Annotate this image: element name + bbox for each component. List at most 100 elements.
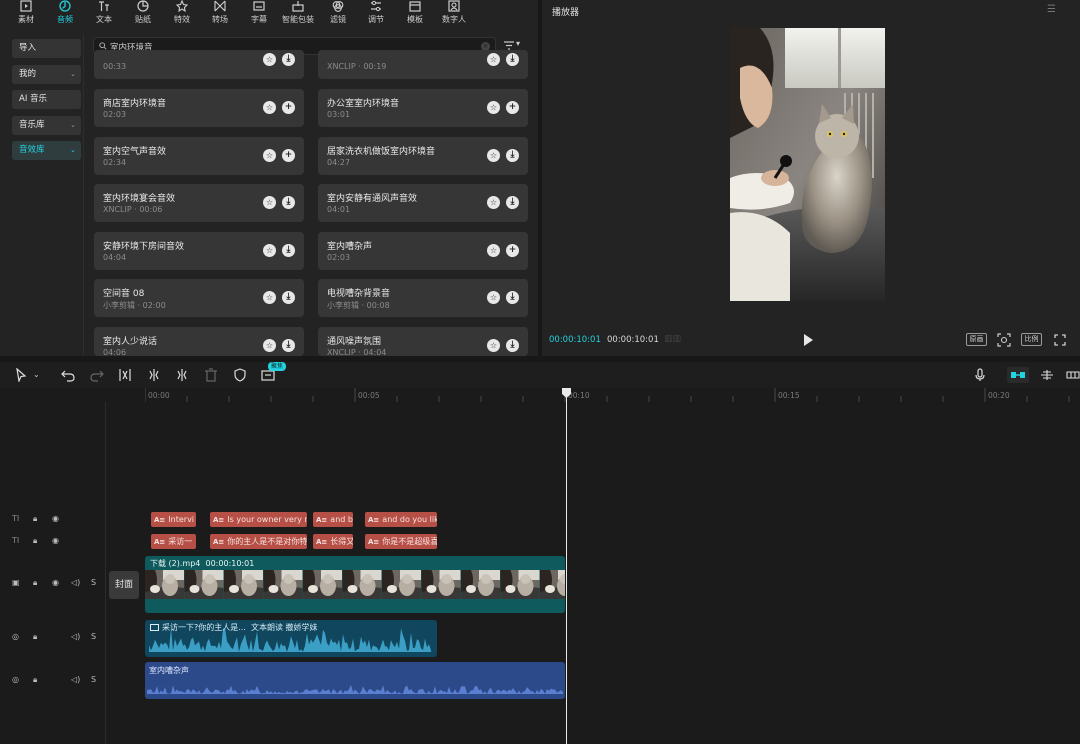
download-icon[interactable]: ⤓: [282, 291, 295, 304]
download-icon[interactable]: ⤓: [506, 196, 519, 209]
lock-icon[interactable]: 🔒︎: [33, 514, 37, 524]
playhead[interactable]: [566, 395, 567, 744]
sound-card[interactable]: 室内环境宴会音效 XNCLIP · 00:06 ☆ ⤓: [94, 184, 304, 222]
sound-card[interactable]: 室内安静有通风声音效 04:01 ☆ ⤓: [318, 184, 528, 222]
lock-icon[interactable]: 🔒︎: [33, 536, 37, 546]
sound-card[interactable]: 安静环境下房间音效 04:04 ☆ ⤓: [94, 232, 304, 270]
cursor-chevron-icon[interactable]: ⌄: [33, 370, 40, 379]
download-icon[interactable]: ⤓: [506, 149, 519, 162]
sound-card[interactable]: 商店室内环境音 02:03 ☆ +: [94, 89, 304, 127]
split-right-icon[interactable]: [175, 368, 189, 382]
solo-label[interactable]: S: [91, 578, 96, 587]
original-quality-button[interactable]: 原画: [966, 333, 987, 346]
download-icon[interactable]: ⤓: [282, 196, 295, 209]
nav-item-0[interactable]: 导入: [12, 39, 81, 58]
text-clip[interactable]: A≡ and do you lik: [365, 512, 437, 527]
download-icon[interactable]: ⤓: [282, 53, 295, 66]
nav-item-3[interactable]: 音乐库 ⌄: [12, 116, 81, 135]
download-icon[interactable]: ⤓: [506, 291, 519, 304]
cover-button[interactable]: 封面: [109, 571, 139, 599]
sound-card-partial[interactable]: 00:33 ☆ ⤓: [94, 50, 304, 79]
playhead-handle[interactable]: [562, 388, 571, 398]
favorite-star-icon[interactable]: ☆: [487, 196, 500, 209]
redo-icon[interactable]: [90, 368, 104, 382]
aspect-ratio-button[interactable]: 比例: [1021, 333, 1042, 346]
text-clip[interactable]: A≡ and b: [313, 512, 353, 527]
download-icon[interactable]: ⤓: [506, 53, 519, 66]
fullscreen-icon[interactable]: [1054, 334, 1066, 346]
ambient-audio-clip[interactable]: [145, 662, 565, 699]
toolbar-media[interactable]: 素材: [6, 0, 46, 26]
eye-icon[interactable]: ◉: [52, 514, 59, 523]
favorite-star-icon[interactable]: ☆: [263, 244, 276, 257]
download-icon[interactable]: ⤓: [506, 339, 519, 352]
lock-icon[interactable]: 🔒︎: [33, 632, 37, 642]
speaker-icon[interactable]: ◁): [71, 632, 80, 641]
fit-screen-icon[interactable]: [997, 333, 1011, 347]
favorite-star-icon[interactable]: ☆: [263, 291, 276, 304]
microphone-icon[interactable]: [973, 368, 987, 382]
toolbar-digital-human[interactable]: 数字人: [434, 0, 474, 26]
toolbar-text[interactable]: 文本: [84, 0, 124, 26]
delete-icon[interactable]: [204, 368, 218, 382]
favorite-star-icon[interactable]: ☆: [263, 53, 276, 66]
toolbar-caption[interactable]: 字幕: [239, 0, 279, 26]
toolbar-smart-package[interactable]: 智能包装: [278, 0, 318, 26]
play-button[interactable]: [803, 334, 813, 346]
sound-card-partial[interactable]: XNCLIP · 00:19 ☆ ⤓: [318, 50, 528, 79]
toolbar-filter[interactable]: 滤镜: [318, 0, 358, 26]
favorite-star-icon[interactable]: ☆: [487, 53, 500, 66]
split-left-icon[interactable]: [147, 368, 161, 382]
sound-card[interactable]: 室内人少说话 04:06 ☆ ⤓: [94, 327, 304, 357]
text-clip[interactable]: A≡ 你是不是超级喜: [365, 534, 437, 549]
add-icon[interactable]: +: [506, 244, 519, 257]
solo-label[interactable]: S: [91, 632, 96, 641]
shield-icon[interactable]: [233, 368, 247, 382]
lock-icon[interactable]: 🔒︎: [33, 578, 37, 588]
menu-icon[interactable]: ☰: [1047, 4, 1056, 15]
text-clip[interactable]: A≡ Is your owner very ni: [210, 512, 307, 527]
split-icon[interactable]: [118, 368, 132, 382]
sound-card[interactable]: 室内空气声音效 02:34 ☆ +: [94, 137, 304, 175]
sound-card[interactable]: 室内嘈杂声 02:03 ☆ +: [318, 232, 528, 270]
eye-icon[interactable]: ◉: [52, 536, 59, 545]
lock-icon[interactable]: 🔒︎: [33, 675, 37, 685]
favorite-star-icon[interactable]: ☆: [263, 101, 276, 114]
add-icon[interactable]: +: [282, 101, 295, 114]
text-clip[interactable]: A≡ 采访一: [151, 534, 196, 549]
select-cursor-icon[interactable]: [14, 368, 28, 382]
favorite-star-icon[interactable]: ☆: [487, 291, 500, 304]
sound-card[interactable]: 电视嘈杂背景音 小李剪辑 · 00:08 ☆ ⤓: [318, 279, 528, 317]
toolbar-adjust[interactable]: 调节: [356, 0, 396, 26]
toolbar-template[interactable]: 模板: [395, 0, 435, 26]
sound-card[interactable]: 办公室室内环境音 03:01 ☆ +: [318, 89, 528, 127]
solo-label[interactable]: S: [91, 675, 96, 684]
favorite-star-icon[interactable]: ☆: [487, 339, 500, 352]
nav-item-2[interactable]: AI 音乐: [12, 90, 81, 109]
text-clip[interactable]: A≡ Intervi: [151, 512, 196, 527]
toolbar-audio[interactable]: 音频: [45, 0, 85, 26]
download-icon[interactable]: ⤓: [282, 244, 295, 257]
nav-item-4[interactable]: 音效库 ⌄: [12, 141, 81, 160]
snap-icon[interactable]: [1040, 368, 1054, 382]
favorite-star-icon[interactable]: ☆: [487, 244, 500, 257]
toolbar-transition[interactable]: 转场: [200, 0, 240, 26]
nav-item-1[interactable]: 我的 ⌄: [12, 65, 81, 84]
time-ruler[interactable]: [145, 388, 1080, 402]
text-clip[interactable]: A≡ 你的主人是不是对你特: [210, 534, 307, 549]
undo-icon[interactable]: [61, 368, 75, 382]
sound-card[interactable]: 空间音 08 小李剪辑 · 02:00 ☆ ⤓: [94, 279, 304, 317]
eye-icon[interactable]: ◉: [52, 578, 59, 587]
favorite-star-icon[interactable]: ☆: [263, 339, 276, 352]
speaker-icon[interactable]: ◁): [71, 675, 80, 684]
speaker-icon[interactable]: ◁): [71, 578, 80, 587]
preview-axis-icon[interactable]: [1066, 368, 1080, 382]
download-icon[interactable]: ⤓: [282, 339, 295, 352]
toolbar-sticker[interactable]: 贴纸: [123, 0, 163, 26]
toolbar-effects[interactable]: 特效: [162, 0, 202, 26]
add-icon[interactable]: +: [506, 101, 519, 114]
favorite-star-icon[interactable]: ☆: [487, 101, 500, 114]
text-clip[interactable]: A≡ 长得又: [313, 534, 353, 549]
favorite-star-icon[interactable]: ☆: [487, 149, 500, 162]
sound-card[interactable]: 通风噪声氛围 XNCLIP · 04:04 ☆ ⤓: [318, 327, 528, 357]
